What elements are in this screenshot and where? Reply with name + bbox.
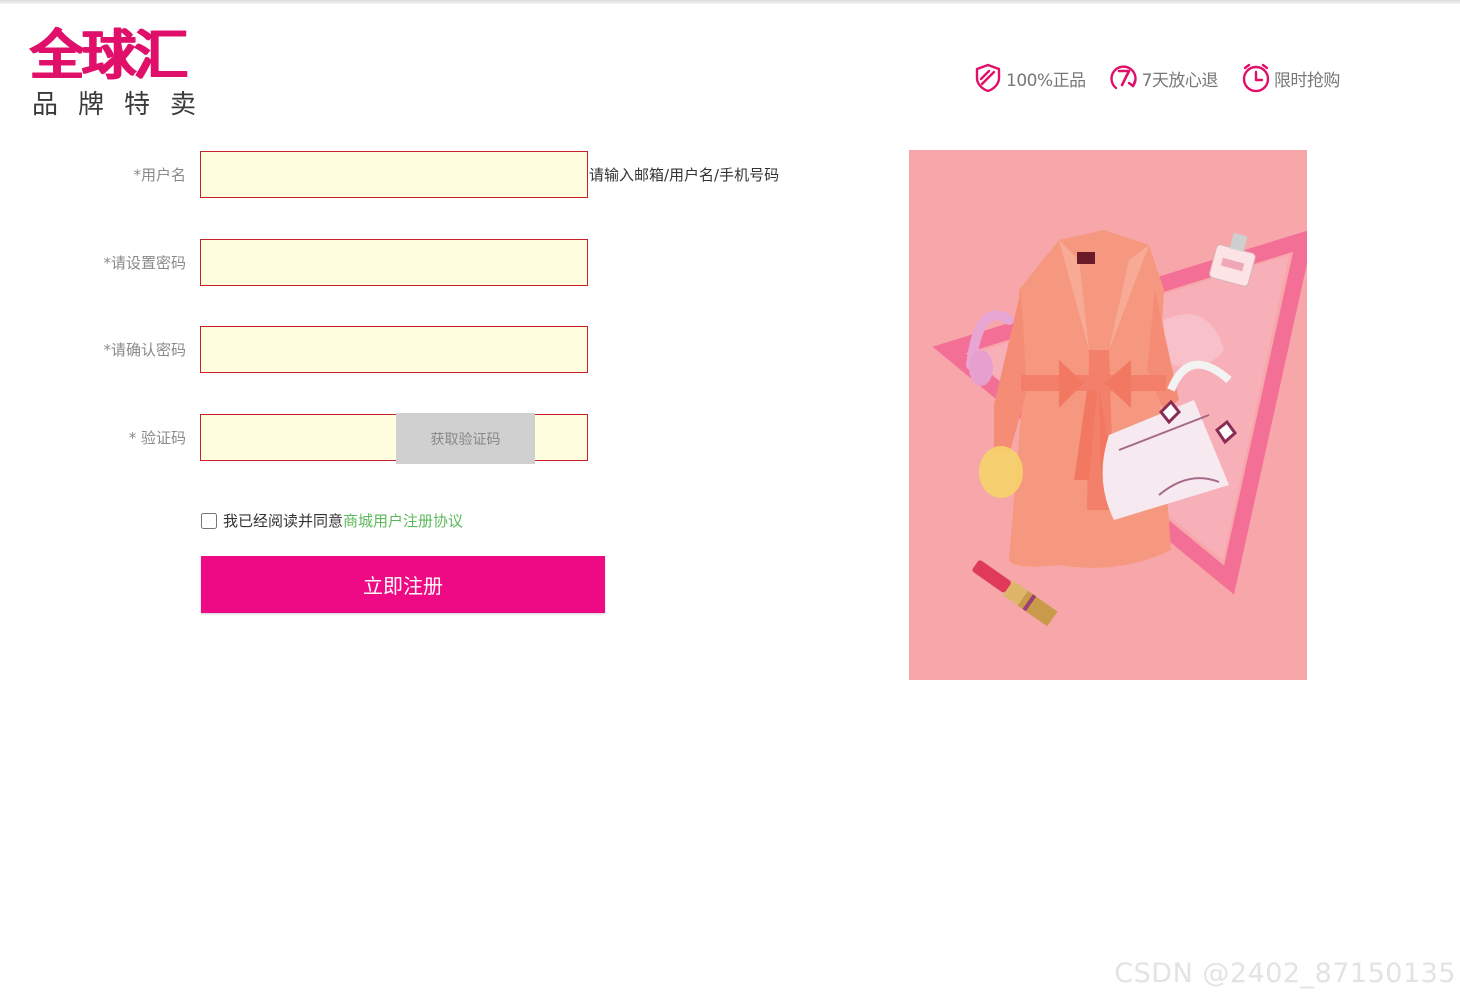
shield-check-icon (975, 63, 1001, 93)
logo-subtitle: 品牌特卖 (32, 90, 217, 120)
top-border (0, 0, 1460, 4)
badge-label: 限时抢购 (1273, 70, 1341, 91)
agreement-checkbox[interactable] (201, 512, 217, 529)
agreement-text: 我已经阅读并同意 (223, 512, 344, 530)
register-button[interactable]: 立即注册 (201, 556, 605, 613)
clock-icon (1242, 63, 1270, 93)
username-hint: 请输入邮箱/用户名/手机号码 (589, 166, 780, 184)
username-input[interactable] (200, 151, 588, 198)
password-label: *请设置密码 (103, 254, 186, 272)
watermark: CSDN @2402_87150135 (1114, 958, 1456, 989)
confirm-password-input[interactable] (200, 326, 588, 373)
badge-label: 7天放心退 (1141, 70, 1219, 91)
badge-label: 100%正品 (1006, 70, 1086, 91)
username-label: *用户名 (133, 166, 186, 184)
password-input[interactable] (200, 239, 588, 286)
site-logo[interactable]: 全球汇 品牌特卖 (30, 26, 210, 126)
badge-flash-sale: 限时抢购 (1240, 62, 1340, 94)
confirm-password-label: *请确认密码 (103, 341, 186, 359)
captcha-label: * 验证码 (128, 429, 186, 447)
badge-return: 7天放心退 (1108, 62, 1218, 94)
badge-authentic: 100%正品 (972, 62, 1086, 94)
get-code-button[interactable]: 获取验证码 (396, 413, 535, 464)
promo-banner-image (909, 150, 1307, 680)
logo-title: 全球汇 (30, 24, 188, 87)
agreement-link[interactable]: 商城用户注册协议 (343, 510, 463, 531)
seven-day-return-icon (1109, 65, 1137, 90)
service-badges: 100%正品 7天放心退 限时抢购 (972, 60, 1362, 96)
fashion-illustration (932, 230, 1307, 627)
agreement-row: 我已经阅读并同意 商城用户注册协议 (200, 510, 463, 531)
